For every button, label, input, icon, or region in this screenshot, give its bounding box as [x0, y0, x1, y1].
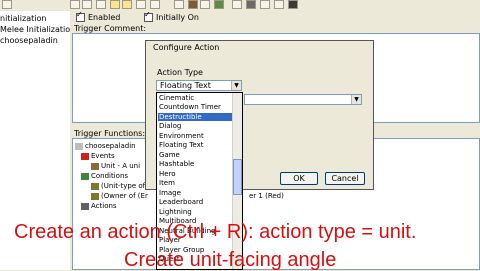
dropdown-option[interactable]: Cinematic	[158, 94, 234, 102]
action-type-select[interactable]: Floating Text ▼	[156, 80, 242, 91]
dropdown-option[interactable]: Lightning	[158, 208, 234, 216]
trigger-list-item[interactable]: nitialization	[0, 14, 46, 24]
test-map-icon[interactable]	[288, 0, 298, 9]
check-icon	[144, 10, 153, 22]
condition-suffix-text: er 1 (Red)	[249, 192, 284, 200]
save-icon[interactable]	[82, 0, 92, 9]
unit-icon[interactable]	[188, 0, 198, 9]
action-type-dropdown-list[interactable]: Cinematic Countdown Timer Destructible D…	[156, 92, 243, 270]
terrain-icon[interactable]	[174, 0, 184, 9]
redo-icon[interactable]	[150, 0, 160, 9]
scrollbar-thumb[interactable]	[233, 159, 242, 195]
caption-line-1: Create an action (Ctrl + R): action type…	[14, 221, 417, 243]
caption-line-2: Create unit-facing angle	[124, 249, 337, 271]
copy-icon[interactable]	[110, 0, 120, 9]
actions-icon	[81, 202, 89, 210]
doodad-icon[interactable]	[200, 0, 210, 9]
flag-icon	[81, 152, 89, 160]
cancel-button[interactable]: Cancel	[325, 172, 365, 185]
condition-icon	[91, 192, 99, 200]
trigger-icon[interactable]	[246, 0, 256, 9]
dropdown-option[interactable]: Floating Text	[158, 141, 234, 149]
camera-icon[interactable]	[232, 0, 242, 9]
chevron-down-icon[interactable]: ▼	[231, 81, 241, 90]
open-icon[interactable]	[70, 0, 80, 9]
new-icon[interactable]	[2, 0, 12, 9]
dropdown-option[interactable]: Countdown Timer	[158, 103, 234, 111]
action-select[interactable]: ▼	[244, 94, 362, 105]
tree-condition-item[interactable]: (Owner of (Er	[91, 192, 148, 201]
cut-icon[interactable]	[96, 0, 106, 9]
dropdown-option-selected[interactable]: Destructible	[158, 113, 234, 121]
sound-icon[interactable]	[260, 0, 270, 9]
enabled-checkbox[interactable]: Enabled	[76, 10, 121, 23]
action-type-value: Floating Text	[160, 81, 211, 90]
dropdown-option[interactable]: Hashtable	[158, 160, 234, 168]
trigger-list-item[interactable]: choosepaladin	[0, 36, 58, 46]
unit-icon	[91, 162, 99, 170]
paste-icon[interactable]	[122, 0, 132, 9]
initially-on-label: Initially On	[156, 13, 200, 22]
tree-condition-item[interactable]: (Unit-type of	[91, 182, 145, 191]
trigger-list-item[interactable]: Melee Initialization	[0, 25, 75, 35]
dropdown-option[interactable]: Environment	[158, 132, 234, 140]
check-icon	[76, 10, 85, 22]
undo-icon[interactable]	[136, 0, 146, 9]
tree-conditions[interactable]: Conditions	[81, 172, 128, 181]
dropdown-option[interactable]: Leaderboard	[158, 198, 234, 206]
dropdown-option[interactable]: Item	[158, 179, 234, 187]
region-icon[interactable]	[214, 0, 224, 9]
tree-actions[interactable]: Actions	[81, 202, 117, 211]
object-icon[interactable]	[274, 0, 284, 9]
tree-events[interactable]: Events	[81, 152, 115, 161]
dropdown-option[interactable]: Dialog	[158, 122, 234, 130]
dialog-title-bar[interactable]: Configure Action	[146, 41, 373, 54]
trigger-icon	[75, 142, 83, 150]
enabled-label: Enabled	[88, 13, 121, 22]
dialog-title: Configure Action	[153, 43, 220, 52]
chevron-down-icon[interactable]: ▼	[351, 95, 361, 104]
condition-icon	[91, 182, 99, 190]
dropdown-option[interactable]: Hero	[158, 170, 234, 178]
ok-button[interactable]: OK	[280, 172, 318, 185]
tree-root[interactable]: choosepaladin	[75, 142, 136, 151]
condition-icon	[81, 172, 89, 180]
initially-on-checkbox[interactable]: Initially On	[144, 10, 200, 23]
dropdown-option[interactable]: Image	[158, 189, 234, 197]
dropdown-option[interactable]: Game	[158, 151, 234, 159]
tree-event-item[interactable]: Unit - A uni	[91, 162, 140, 171]
action-type-label: Action Type	[157, 68, 203, 77]
